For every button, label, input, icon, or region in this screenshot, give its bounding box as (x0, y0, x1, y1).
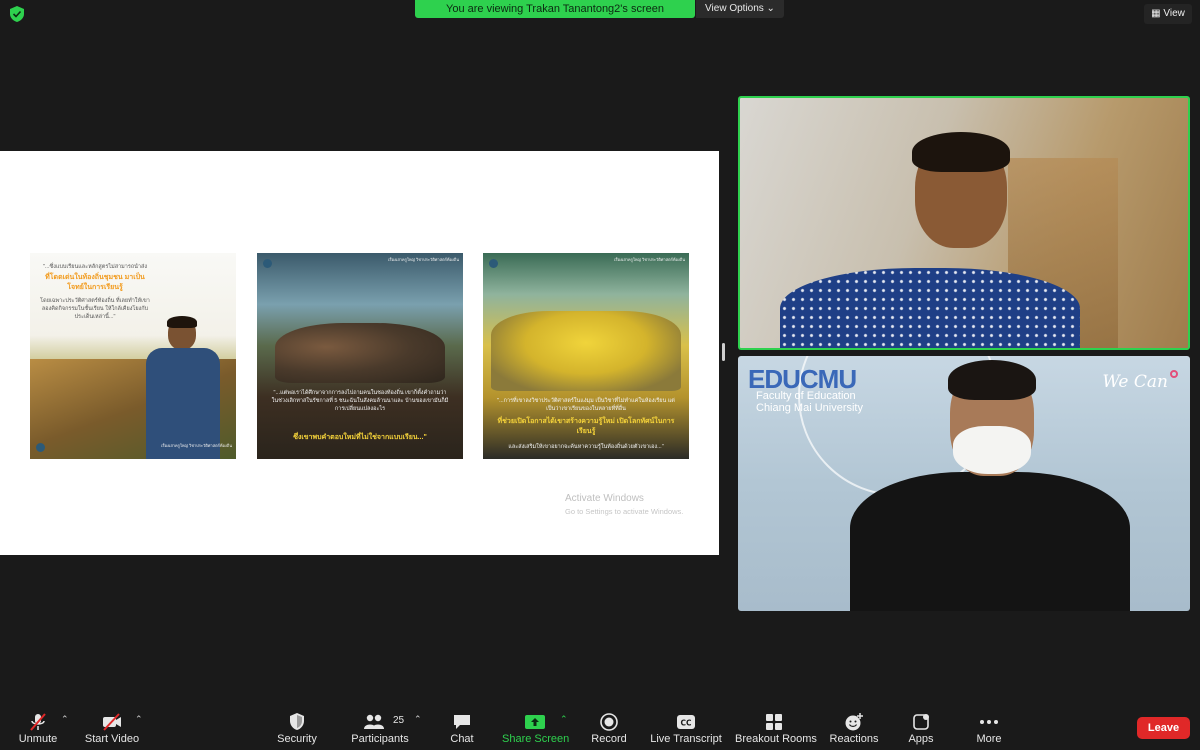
zoom-meeting-window: You are viewing Trakan Tanantong2's scre… (0, 0, 1200, 750)
reactions-label: Reactions (829, 733, 879, 745)
participants-button[interactable]: Participants (348, 706, 412, 750)
participants-caret-icon[interactable]: ⌃ (414, 714, 422, 725)
security-shield-icon (290, 713, 304, 730)
post-caption: เรื่องเล่าครูใหญ่ วิชาประวัติศาสตร์ท้องถ… (614, 257, 685, 262)
more-dots-icon (980, 720, 998, 724)
wecan-mark-icon (1170, 370, 1178, 378)
svg-text:CC: CC (680, 719, 692, 728)
breakout-rooms-button[interactable]: Breakout Rooms (735, 706, 817, 750)
view-options-button[interactable]: View Options ⌄ (696, 0, 784, 18)
post-caption: เรื่องเล่าครูใหญ่ วิชาประวัติศาสตร์ท้องถ… (161, 443, 232, 448)
encryption-shield-icon[interactable] (10, 6, 24, 22)
apps-label: Apps (908, 733, 934, 745)
view-label: View (1163, 8, 1185, 19)
start-video-button[interactable]: Start Video (82, 706, 142, 750)
participant-hair (948, 360, 1036, 400)
video-off-icon (103, 713, 121, 731)
post-photo-crowd (275, 323, 445, 383)
speaker-hair (912, 132, 1010, 172)
view-button[interactable]: ▦ View (1144, 4, 1192, 24)
start-video-label: Start Video (84, 733, 140, 745)
post-quote-top: "...การที่เขาลงวิชาประวัติศาสตร์ในแง่มุม… (497, 398, 675, 412)
participant-body (850, 472, 1130, 611)
live-transcript-label: Live Transcript (650, 733, 722, 745)
apps-icon (913, 714, 929, 730)
activate-windows-watermark: Activate Windows (565, 493, 644, 504)
unmute-button[interactable]: Unmute (12, 706, 64, 750)
participants-label: Participants (351, 733, 409, 745)
speaker-body (780, 268, 1080, 348)
post-quote-top: "...ซึ่งแบบเรียนและหลักสูตรไม่สามารถนำส่… (42, 264, 148, 270)
faculty-line-2: Chiang Mai University (756, 402, 863, 414)
post-logo (36, 443, 45, 452)
closed-caption-icon: CC (677, 715, 695, 729)
post-caption: เรื่องเล่าครูใหญ่ วิชาประวัติศาสตร์ท้องถ… (388, 257, 459, 262)
share-screen-button[interactable]: Share Screen (502, 706, 570, 750)
more-label: More (976, 733, 1002, 745)
chat-bubble-icon (454, 715, 470, 729)
record-button[interactable]: Record (586, 706, 632, 750)
video-tile-participant[interactable]: EDUCMU Faculty of Education Chiang Mai U… (738, 356, 1190, 611)
viewing-screen-banner: You are viewing Trakan Tanantong2's scre… (415, 0, 695, 18)
muted-microphone-icon (30, 713, 46, 731)
post-photo-group (491, 311, 681, 391)
post-highlight: ซึ่งเขาพบคำตอบใหม่ที่ไม่ใช่จากแบบเรียน..… (293, 434, 427, 441)
chat-button[interactable]: Chat (442, 706, 482, 750)
participants-icon (363, 714, 384, 729)
activate-windows-subtext: Go to Settings to activate Windows. (565, 507, 684, 516)
slide-post-2: เรื่องเล่าครูใหญ่ วิชาประวัติศาสตร์ท้องถ… (257, 253, 463, 459)
post-highlight: ที่โดดเด่นในท้องถิ่นชุมชน มาเป็นโจทย์ในก… (45, 274, 145, 291)
post-quote-bottom: โดยเฉพาะประวัติศาสตร์ท้องถิ่น ที่เลยทำให… (40, 298, 150, 320)
slide-post-1: "...ซึ่งแบบเรียนและหลักสูตรไม่สามารถนำส่… (30, 253, 236, 459)
share-screen-label: Share Screen (502, 733, 570, 745)
post-logo (263, 259, 272, 268)
breakout-rooms-label: Breakout Rooms (735, 733, 817, 745)
faculty-line-1: Faculty of Education (756, 390, 856, 402)
video-options-caret-icon[interactable]: ⌃ (135, 714, 143, 725)
audio-options-caret-icon[interactable]: ⌃ (61, 714, 69, 725)
reactions-button[interactable]: Reactions (828, 706, 880, 750)
share-screen-caret-icon[interactable]: ⌃ (560, 714, 568, 725)
security-button[interactable]: Security (272, 706, 322, 750)
unmute-label: Unmute (18, 733, 58, 745)
participant-mask (953, 426, 1031, 474)
grid-view-icon: ▦ (1151, 8, 1164, 19)
chat-label: Chat (450, 733, 474, 745)
smiley-reaction-icon (845, 713, 863, 731)
post-quote-top: "...แต่พอเราได้ศึกษาจากการลงไปถามคนในชอง… (271, 390, 449, 412)
record-label: Record (591, 733, 627, 745)
security-label: Security (277, 733, 317, 745)
wecan-logo: We Can (1102, 372, 1168, 392)
faculty-name: Faculty of Education Chiang Mai Universi… (756, 390, 863, 414)
breakout-rooms-grid-icon (766, 714, 782, 730)
apps-button[interactable]: Apps (900, 706, 942, 750)
post-photo-person (140, 316, 226, 459)
post-logo (489, 259, 498, 268)
share-screen-arrow-icon (525, 715, 545, 729)
post-highlight: ที่ช่วยเปิดโอกาสได้เขาสร้างความรู้ใหม่ เ… (497, 418, 675, 435)
meeting-toolbar: Unmute ⌃ Start Video ⌃ Security Particip… (0, 706, 1200, 750)
shared-screen: "...ซึ่งแบบเรียนและหลักสูตรไม่สามารถนำส่… (0, 151, 719, 555)
post-quote-bottom: และส่งเสริมให้เขาอยากจะค้นหาความรู้ในท้อ… (508, 444, 664, 450)
record-icon (600, 713, 618, 731)
slide-post-3: เรื่องเล่าครูใหญ่ วิชาประวัติศาสตร์ท้องถ… (483, 253, 689, 459)
split-resize-handle[interactable] (722, 343, 725, 361)
more-button[interactable]: More (968, 706, 1010, 750)
participants-count: 25 (393, 715, 405, 726)
leave-button[interactable]: Leave (1137, 717, 1190, 739)
live-transcript-button[interactable]: CC Live Transcript (650, 706, 722, 750)
video-tile-active-speaker[interactable] (738, 96, 1190, 350)
